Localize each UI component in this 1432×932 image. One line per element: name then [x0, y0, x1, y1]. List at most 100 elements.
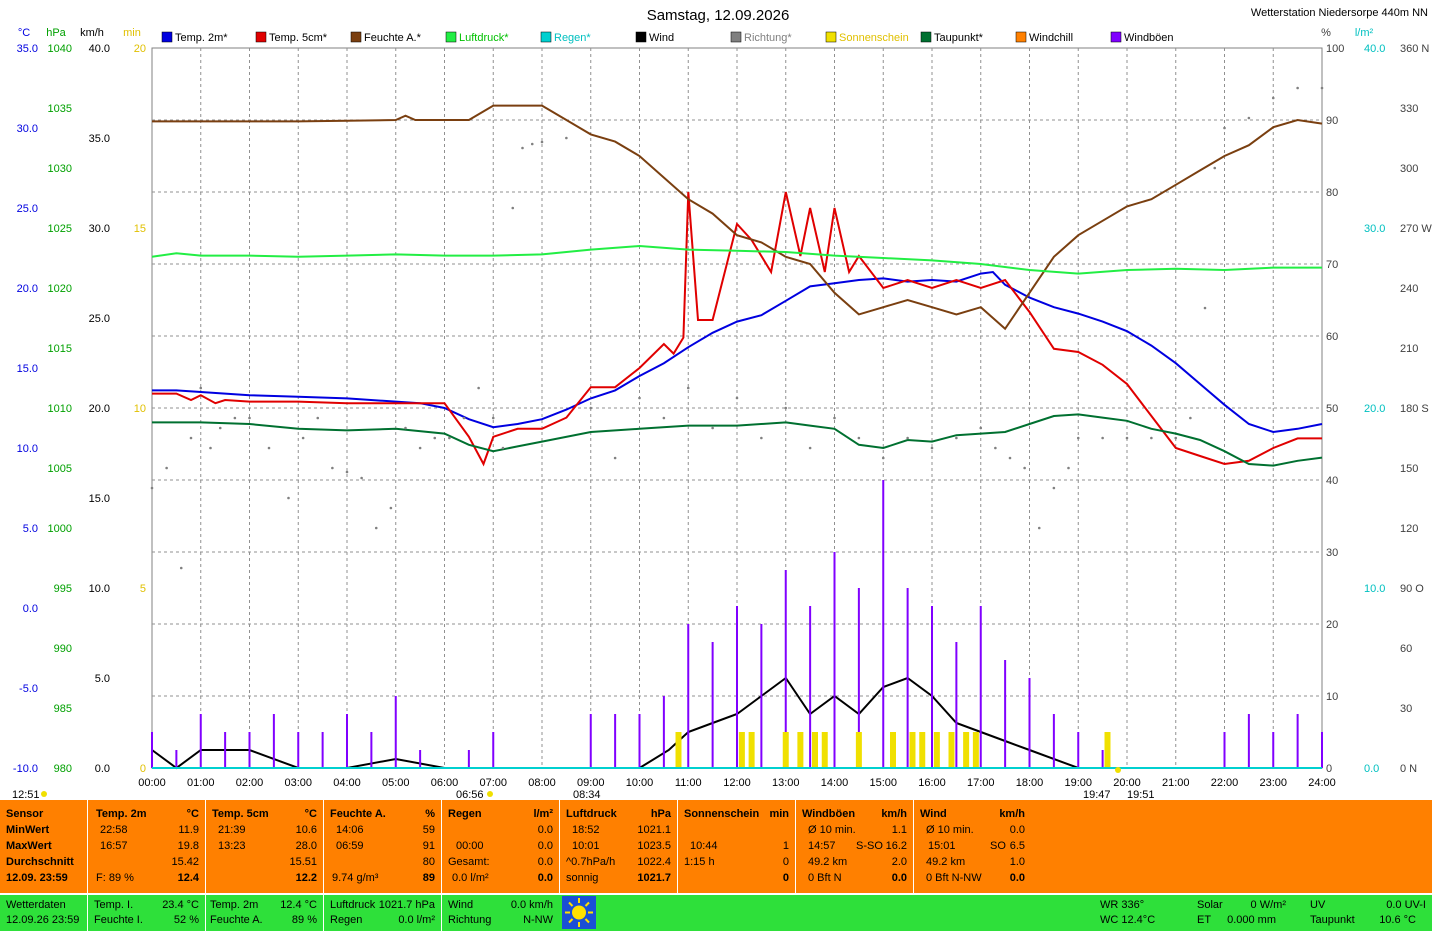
direction-point	[448, 436, 451, 440]
y-tick-label: 150	[1400, 463, 1418, 475]
sunshine-bar	[972, 732, 979, 768]
y-tick-label: 15.0	[17, 363, 38, 375]
sensor-label: Sensor	[6, 808, 44, 820]
direction-point	[1296, 86, 1299, 90]
direction-point	[735, 396, 739, 400]
gust-bar	[1321, 732, 1323, 768]
direction-point	[301, 436, 305, 440]
direction-point	[994, 446, 997, 450]
temp2m-min-time: 22:58	[100, 824, 128, 836]
humidity-avg: 80	[422, 856, 435, 868]
x-tick-label: 09:00	[577, 777, 605, 789]
gust-bar	[1004, 660, 1007, 768]
direction-point	[389, 506, 393, 510]
temp5cm-title: Temp. 5cm	[212, 808, 269, 820]
rain-total: 0.0	[537, 856, 553, 868]
twilight-label: 19:51	[1127, 789, 1155, 800]
statistics-panel: Sensor MinWert MaxWert Durchschnitt 12.0…	[0, 800, 1432, 893]
status-huma-label: Feuchte A.	[210, 914, 263, 926]
y-tick-label: 980	[54, 763, 72, 775]
sunshine-bar	[909, 732, 916, 768]
gusts-avg-val: 1.1	[891, 824, 907, 836]
pressure-min-val: 1021.1	[637, 824, 671, 836]
legend-label: Sonnenschein	[839, 32, 909, 44]
y-tick-label: 10	[134, 403, 146, 415]
gust-bar	[906, 588, 909, 768]
wind-unit: km/h	[999, 808, 1025, 820]
gust-bar	[1052, 714, 1055, 768]
direction-point	[530, 142, 534, 146]
gust-bar	[1296, 714, 1299, 768]
direction-point	[521, 146, 524, 150]
wind-max-time: 15:01	[928, 840, 956, 852]
status-rain-label: Regen	[330, 914, 363, 926]
sunshine-bar	[919, 732, 926, 768]
y-tick-label: 1020	[48, 283, 72, 295]
y-tick-label: 30.0	[17, 123, 38, 135]
gust-bar	[394, 696, 397, 768]
direction-point	[565, 136, 568, 140]
axis-unit-label: hPa	[46, 27, 66, 39]
x-tick-label: 18:00	[1016, 777, 1044, 789]
gust-bar	[638, 714, 641, 768]
y-tick-label: 1025	[48, 223, 72, 235]
y-tick-label: 0	[1326, 763, 1332, 775]
wind-bft: 0 Bft N-NW	[926, 872, 982, 884]
x-tick-label: 07:00	[479, 777, 507, 789]
gusts-bft: 0 Bft N	[808, 872, 842, 884]
direction-point	[540, 140, 544, 144]
legend-label: Regen*	[554, 32, 591, 44]
rain-time: 00:00	[456, 840, 484, 852]
y-tick-label: 20.0	[1364, 403, 1385, 415]
y-tick-label: 35.0	[89, 133, 110, 145]
status-temp2m-label: Temp. 2m	[210, 899, 259, 911]
y-tick-label: 30	[1326, 547, 1338, 559]
temp2m-min-val: 11.9	[178, 824, 199, 836]
status-col-outdoor: Temp. 2m 12.4 °C Feuchte A. 89 %	[205, 895, 323, 931]
sunshine-bar	[738, 732, 745, 768]
x-tick-label: 17:00	[967, 777, 995, 789]
x-tick-label: 10:00	[626, 777, 654, 789]
gust-bar	[589, 714, 592, 768]
y-tick-label: 0.0	[1364, 763, 1379, 775]
direction-point	[404, 426, 407, 430]
direction-point	[1150, 436, 1153, 440]
y-tick-label: 240	[1400, 283, 1418, 295]
y-tick-label: 30.0	[1364, 223, 1385, 235]
col-pressure: Luftdruck hPa 18:52 1021.1 10:01 1023.5 …	[559, 800, 677, 893]
rain-cur-label: 0.0 l/m²	[452, 872, 489, 884]
x-tick-label: 06:00	[431, 777, 459, 789]
direction-point	[1101, 436, 1104, 440]
pressure-trend: ^0.7hPa/h	[566, 856, 616, 868]
rain-val: 0.0	[537, 840, 553, 852]
direction-point	[233, 416, 237, 420]
gust-bar	[1247, 714, 1250, 768]
status-temp2m: 12.4 °C	[280, 899, 317, 911]
direction-point	[1023, 466, 1026, 470]
temp5cm-current: 12.2	[295, 872, 317, 884]
gusts-avg-label: Ø 10 min.	[808, 824, 856, 836]
gust-bar	[248, 732, 251, 768]
direction-point	[930, 446, 934, 450]
legend-label: Taupunkt*	[934, 32, 984, 44]
status-dir: N-NW	[523, 914, 553, 926]
gusts-unit: km/h	[881, 808, 907, 820]
direction-point	[1174, 436, 1178, 440]
sunshine-bar	[675, 732, 682, 768]
y-tick-label: 25.0	[89, 313, 110, 325]
col-sensor: Sensor MinWert MaxWert Durchschnitt 12.0…	[0, 800, 86, 893]
y-tick-label: 0	[140, 763, 146, 775]
humidity-max-time: 06:59	[336, 840, 364, 852]
sunshine-dur: 1:15 h	[684, 856, 715, 868]
stamp-label: 12.09. 23:59	[6, 872, 68, 884]
status-hum-i-label: Feuchte I.	[94, 914, 143, 926]
gust-bar	[955, 642, 958, 768]
gust-bar	[614, 714, 617, 768]
sunshine-bar	[933, 732, 940, 768]
y-tick-label: 70	[1326, 259, 1338, 271]
wind-title: Wind	[920, 808, 947, 820]
y-tick-label: 20.0	[89, 403, 110, 415]
gusts-max-time: 14:57	[808, 840, 836, 852]
sunshine-bar	[782, 732, 789, 768]
gust-bar	[833, 552, 836, 768]
